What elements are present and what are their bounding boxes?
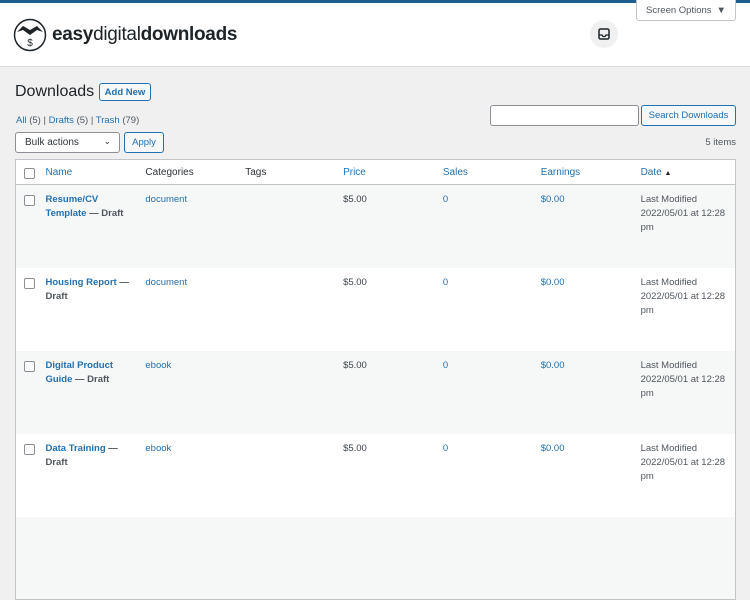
date-value: 2022/05/01 at 12:28 pm xyxy=(640,373,726,399)
column-date[interactable]: Date ▲ xyxy=(640,159,736,185)
price-cell: $5.00 xyxy=(343,350,443,434)
table-row: Data Training — Draft ebook $5.00 0 $0.0… xyxy=(16,434,736,517)
filter-trash[interactable]: Trash xyxy=(96,115,120,126)
download-title-link[interactable]: Data Training xyxy=(45,443,105,454)
column-earnings[interactable]: Earnings xyxy=(540,159,641,185)
table-row: Resume/CV Template — Draft document $5.0… xyxy=(15,184,736,268)
column-tags: Tags xyxy=(245,159,344,185)
download-title-link[interactable]: Housing Report xyxy=(45,277,116,288)
sales-link[interactable]: 0 xyxy=(443,443,448,454)
table-header: Name Categories Tags Price Sales Earning… xyxy=(15,159,736,185)
date-label: Last Modified xyxy=(640,276,698,288)
date-label: Last Modified xyxy=(640,442,698,454)
tags-cell xyxy=(245,350,344,434)
svg-text:$: $ xyxy=(27,38,33,49)
inbox-button[interactable] xyxy=(590,20,618,48)
items-count: 5 items xyxy=(705,137,736,148)
page-title: Downloads xyxy=(15,83,95,100)
sort-asc-icon: ▲ xyxy=(664,169,672,177)
earnings-link[interactable]: $0.00 xyxy=(541,360,565,371)
column-name[interactable]: Name xyxy=(45,159,146,185)
apply-button[interactable]: Apply xyxy=(124,132,164,153)
price-cell: $5.00 xyxy=(343,184,443,268)
logo-text-easy: easy xyxy=(52,24,94,45)
filter-drafts[interactable]: Drafts xyxy=(49,115,74,126)
bulk-actions-select[interactable]: Bulk actions ⌄ xyxy=(15,132,120,153)
trash-count: (79) xyxy=(122,115,140,126)
sales-link[interactable]: 0 xyxy=(443,360,448,371)
chevron-down-icon: ⌄ xyxy=(103,136,111,146)
column-price[interactable]: Price xyxy=(343,159,443,185)
edd-logo-icon: $ xyxy=(13,18,47,52)
date-value: 2022/05/01 at 12:28 pm xyxy=(640,456,726,482)
category-link[interactable]: ebook xyxy=(145,360,171,371)
caret-down-icon: ▼ xyxy=(716,4,726,16)
earnings-link[interactable]: $0.00 xyxy=(541,194,565,205)
column-date-label: Date xyxy=(640,166,662,178)
select-all-checkbox[interactable] xyxy=(24,167,35,179)
tags-cell xyxy=(245,268,343,351)
row-checkbox[interactable] xyxy=(24,360,35,372)
date-value: 2022/05/01 at 12:28 pm xyxy=(640,208,726,233)
column-sales[interactable]: Sales xyxy=(442,159,541,185)
category-link[interactable]: document xyxy=(145,194,187,205)
sales-link[interactable]: 0 xyxy=(443,194,448,205)
earnings-link[interactable]: $0.00 xyxy=(541,277,565,288)
row-checkbox[interactable] xyxy=(24,195,35,206)
drafts-count: (5) xyxy=(76,115,89,126)
inbox-icon xyxy=(598,28,610,40)
date-value: 2022/05/01 at 12:28 pm xyxy=(640,290,726,316)
draft-status: — Draft xyxy=(89,208,124,219)
all-count: (5) xyxy=(29,115,41,126)
tags-cell xyxy=(245,184,344,268)
table-row: Digital Product Guide — Draft ebook $5.0… xyxy=(15,350,736,434)
filter-all[interactable]: All xyxy=(16,115,27,126)
draft-status: — Draft xyxy=(75,373,110,385)
earnings-link[interactable]: $0.00 xyxy=(541,443,565,454)
status-filters: All (5) | Drafts (5) | Trash (79) xyxy=(16,115,140,126)
search-input[interactable] xyxy=(490,105,639,126)
sales-link[interactable]: 0 xyxy=(443,277,448,288)
category-link[interactable]: document xyxy=(145,277,187,288)
price-cell: $5.00 xyxy=(343,276,367,288)
table-row: Housing Report — Draft document $5.00 0 … xyxy=(16,268,736,351)
downloads-table: Name Categories Tags Price Sales Earning… xyxy=(15,159,736,600)
logo-text-digital: digital xyxy=(93,24,141,45)
add-new-button[interactable]: Add New xyxy=(99,83,151,101)
row-checkbox[interactable] xyxy=(24,443,35,455)
search-downloads-button[interactable]: Search Downloads xyxy=(641,105,736,126)
category-link[interactable]: ebook xyxy=(145,443,171,454)
column-categories: Categories xyxy=(145,159,246,185)
price-cell: $5.00 xyxy=(343,442,367,454)
logo[interactable]: $ easydigitaldownloads xyxy=(13,18,237,52)
logo-text-downloads: downloads xyxy=(140,24,238,45)
date-label: Last Modified xyxy=(640,194,698,205)
tags-cell xyxy=(245,434,343,517)
date-label: Last Modified xyxy=(640,359,698,371)
screen-options-label: Screen Options xyxy=(646,4,712,16)
table-row xyxy=(15,516,736,600)
bulk-actions-value: Bulk actions xyxy=(25,137,79,148)
screen-options-button[interactable]: Screen Options ▼ xyxy=(636,0,736,21)
row-checkbox[interactable] xyxy=(24,277,35,289)
